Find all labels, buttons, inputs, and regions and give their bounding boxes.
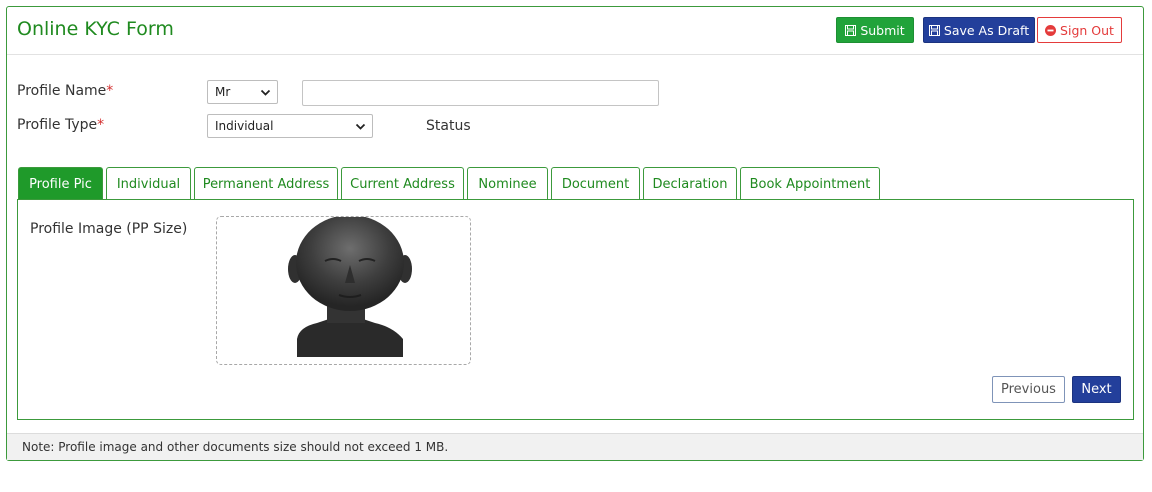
tab-current-address[interactable]: Current Address [341,167,464,200]
next-button[interactable]: Next [1072,376,1121,403]
profile-image-dropzone[interactable] [216,216,471,365]
sign-out-button[interactable]: Sign Out [1037,17,1122,43]
floppy-disk-icon [845,24,857,36]
tab-panel: Profile Image (PP Size) Previous Next [17,199,1134,420]
submit-label: Submit [860,22,905,38]
submit-button[interactable]: Submit [836,17,914,43]
sign-out-label: Sign Out [1060,22,1114,38]
profile-type-label: Profile Type* [17,117,104,133]
save-as-draft-button[interactable]: Save As Draft [923,17,1035,43]
previous-button[interactable]: Previous [992,376,1065,403]
footer-note-bar: Note: Profile image and other documents … [7,433,1143,460]
status-label: Status [426,118,471,134]
tab-profile-pic[interactable]: Profile Pic [18,167,103,200]
profile-photo [288,217,412,357]
profile-type-select[interactable]: Individual [207,114,373,138]
required-mark: * [97,117,105,133]
profile-type-value: Individual [215,119,274,133]
salutation-value: Mr [215,85,231,99]
save-as-draft-label: Save As Draft [943,22,1030,38]
required-mark: * [106,83,114,99]
profile-name-label: Profile Name* [17,83,113,99]
form-header: Online KYC Form Submit Save As Draft Sig… [7,7,1143,55]
page-title: Online KYC Form [17,18,174,40]
profile-type-text: Profile Type [17,117,98,133]
tab-individual[interactable]: Individual [106,167,191,200]
tab-declaration[interactable]: Declaration [643,167,737,200]
tab-book-appointment[interactable]: Book Appointment [740,167,880,200]
chevron-down-icon [260,87,271,101]
salutation-select[interactable]: Mr [207,80,278,104]
tab-nominee[interactable]: Nominee [467,167,548,200]
kyc-form-card: Online KYC Form Submit Save As Draft Sig… [6,6,1144,461]
minus-circle-icon [1045,24,1057,36]
floppy-disk-icon [928,24,940,36]
chevron-down-icon [355,121,366,135]
profile-image-label: Profile Image (PP Size) [30,221,188,237]
profile-name-text: Profile Name [17,83,107,99]
footer-note: Note: Profile image and other documents … [22,440,449,454]
tab-document[interactable]: Document [551,167,640,200]
tab-permanent-address[interactable]: Permanent Address [194,167,338,200]
profile-name-input[interactable] [302,80,659,106]
